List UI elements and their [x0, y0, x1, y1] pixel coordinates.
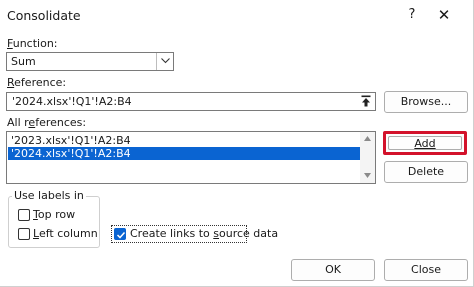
help-button[interactable]: ?: [400, 3, 424, 27]
dialog-title: Consolidate: [7, 8, 81, 23]
list-item-selected[interactable]: '2024.xlsx'!Q1'!A2:B4: [8, 147, 360, 160]
reference-label: Reference:: [7, 76, 67, 89]
all-references-list[interactable]: '2023.xlsx'!Q1'!A2:B4 '2024.xlsx'!Q1'!A2…: [6, 131, 376, 184]
add-button[interactable]: Add: [383, 131, 467, 155]
all-references-label: All references:: [7, 116, 87, 129]
function-dropdown[interactable]: Sum: [6, 52, 174, 71]
top-row-label[interactable]: Top row: [33, 208, 75, 221]
list-item[interactable]: '2023.xlsx'!Q1'!A2:B4: [8, 134, 360, 147]
close-icon[interactable]: ✕: [432, 3, 456, 27]
ok-button[interactable]: OK: [291, 259, 375, 281]
top-row-checkbox[interactable]: [18, 209, 30, 221]
add-button-label: Add: [414, 137, 436, 150]
use-labels-legend: Use labels in: [12, 189, 86, 202]
left-column-checkbox[interactable]: [18, 228, 30, 240]
function-label: Function:: [7, 37, 58, 50]
consolidate-dialog: Consolidate ? ✕ Function: Sum Reference:…: [0, 0, 474, 287]
function-selected-value: Sum: [11, 55, 36, 68]
delete-button[interactable]: Delete: [384, 161, 468, 183]
reference-value: '2024.xlsx'!Q1'!A2:B4: [12, 95, 132, 108]
create-links-label[interactable]: Create links to source data: [130, 227, 278, 240]
scroll-down-icon: [364, 173, 371, 178]
scroll-up-icon: [364, 136, 371, 141]
use-labels-group: [8, 196, 100, 248]
close-button[interactable]: Close: [384, 259, 468, 281]
title-bar: Consolidate ? ✕: [0, 0, 474, 30]
reference-input[interactable]: '2024.xlsx'!Q1'!A2:B4: [6, 92, 376, 111]
vertical-scrollbar[interactable]: [360, 132, 375, 183]
chevron-down-icon[interactable]: [156, 53, 173, 70]
left-column-label[interactable]: Left column: [33, 227, 98, 240]
browse-button[interactable]: Browse...: [384, 91, 468, 113]
collapse-dialog-icon[interactable]: [358, 94, 374, 109]
